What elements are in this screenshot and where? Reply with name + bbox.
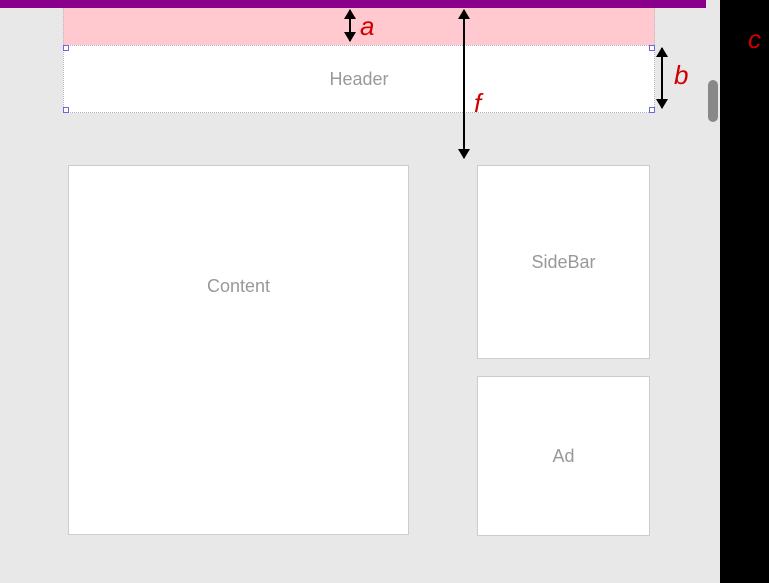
annotation-label-b: b [674,60,688,91]
sidebar-box: SideBar [477,165,650,359]
dimension-arrow-f [463,10,465,158]
annotation-label-c: c [748,24,761,55]
ad-box: Ad [477,376,650,536]
ad-label: Ad [552,446,574,467]
selection-handle-bottom-right[interactable] [649,107,655,113]
dimension-arrow-b [661,48,663,108]
content-box: Content [68,165,409,535]
annotation-label-a: a [360,11,374,42]
margin-highlight-band [63,8,655,45]
content-label: Content [207,276,270,297]
annotation-label-f: f [474,88,481,119]
selection-handle-top-left[interactable] [63,45,69,51]
selection-handle-top-right[interactable] [649,45,655,51]
page-viewport: Header Content SideBar Ad [0,0,720,583]
selection-handle-bottom-left[interactable] [63,107,69,113]
scrollbar-thumb[interactable] [708,80,718,122]
dimension-arrow-a [349,10,351,41]
top-purple-bar [0,0,720,8]
header-box: Header [63,45,655,113]
header-label: Header [329,69,388,90]
sidebar-label: SideBar [531,252,595,273]
